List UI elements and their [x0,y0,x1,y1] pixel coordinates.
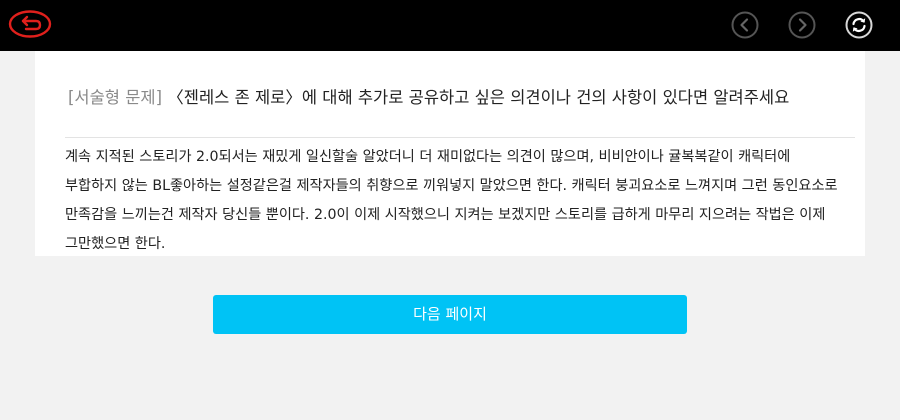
chevron-right-icon[interactable] [788,11,816,39]
next-page-button[interactable]: 다음 페이지 [213,295,687,334]
refresh-icon[interactable] [845,11,873,39]
question-type-tag: [서술형 문제] [68,88,163,107]
answer-text[interactable]: 계속 지적된 스토리가 2.0되서는 재밌게 일신할술 알았더니 더 재미없다는… [65,143,840,259]
divider [65,137,855,138]
question-text: 〈젠레스 존 제로〉에 대해 추가로 공유하고 싶은 의견이나 건의 사항이 있… [167,88,790,107]
top-bar [0,0,900,51]
chevron-left-icon[interactable] [731,11,759,39]
question-title: [서술형 문제] 〈젠레스 존 제로〉에 대해 추가로 공유하고 싶은 의견이나… [68,87,858,109]
back-arrow-icon[interactable] [8,9,52,39]
question-card: [서술형 문제] 〈젠레스 존 제로〉에 대해 추가로 공유하고 싶은 의견이나… [35,51,865,256]
